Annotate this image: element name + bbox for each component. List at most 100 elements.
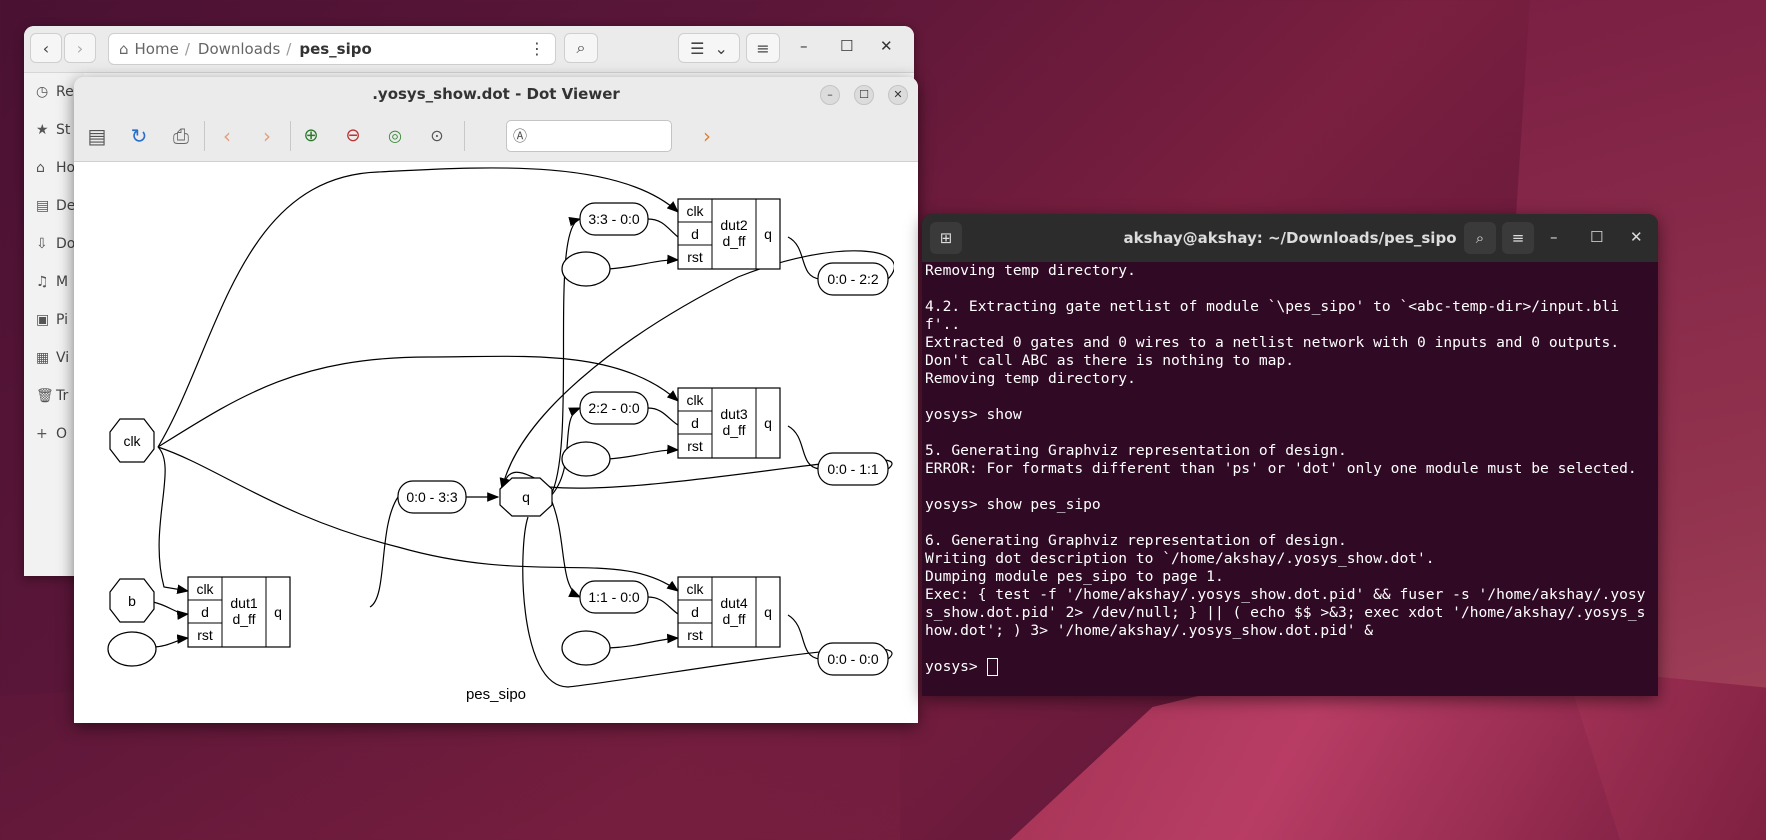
cell-type: d_ff bbox=[722, 611, 745, 627]
hamburger-icon: ≡ bbox=[756, 38, 770, 58]
minimize-icon[interactable]: – bbox=[820, 85, 840, 105]
breadcrumb-separator: / bbox=[184, 40, 190, 58]
wire-rst-dut2 bbox=[607, 254, 680, 270]
cell-dut1[interactable]: clk d rst dut1 d_ff q bbox=[187, 576, 291, 648]
window-title: .yosys_show.dot - Dot Viewer bbox=[372, 85, 620, 103]
slice-label: 3:3 - 0:0 bbox=[588, 211, 640, 227]
find-next-icon[interactable]: › bbox=[694, 123, 720, 149]
open-file-icon[interactable]: ▤ bbox=[84, 123, 110, 149]
maximize-icon[interactable]: ☐ bbox=[840, 37, 853, 55]
breadcrumb-home[interactable]: Home bbox=[135, 40, 179, 58]
wire-node-q[interactable]: q bbox=[499, 477, 553, 517]
terminal-line: 4.2. Extracting gate netlist of module `… bbox=[925, 298, 1620, 333]
sidebar-item-label: Do bbox=[56, 236, 76, 252]
sidebar-item-label: Ho bbox=[56, 160, 76, 176]
cell-dut4[interactable]: clk d rst dut4 d_ff q bbox=[677, 576, 781, 648]
breadcrumb-current[interactable]: pes_sipo bbox=[299, 40, 371, 58]
breadcrumb-downloads[interactable]: Downloads bbox=[198, 40, 280, 58]
slice-node[interactable]: 2:2 - 0:0 bbox=[579, 391, 649, 425]
trash-icon: 🗑 bbox=[36, 388, 54, 404]
zoom-fit-icon[interactable]: ◎ bbox=[382, 123, 408, 149]
sidebar-item-label: O bbox=[56, 426, 68, 442]
reload-icon[interactable]: ↻ bbox=[126, 123, 152, 149]
new-tab-icon[interactable]: ⊞ bbox=[930, 222, 962, 254]
port-label: rst bbox=[197, 627, 213, 643]
port-label: d bbox=[691, 226, 699, 242]
terminal-cursor bbox=[986, 658, 998, 676]
cell-name: dut1 bbox=[230, 595, 257, 611]
slice-label: 1:1 - 0:0 bbox=[588, 589, 640, 605]
slice-node[interactable]: 0:0 - 0:0 bbox=[817, 642, 889, 676]
port-label: q bbox=[274, 604, 282, 620]
home-icon: ⌂ bbox=[36, 160, 45, 176]
port-label: d bbox=[201, 604, 209, 620]
back-button[interactable]: ‹ bbox=[30, 33, 62, 63]
input-label: b bbox=[128, 593, 136, 609]
terminal-line: Extracted 0 gates and 0 wires to a netli… bbox=[925, 334, 1620, 351]
toolbar-separator bbox=[290, 121, 291, 151]
sidebar-item-label: Vi bbox=[56, 350, 70, 366]
terminal-line: ERROR: For formats different than 'ps' o… bbox=[925, 460, 1637, 477]
zoom-100-icon[interactable]: ⊙ bbox=[424, 123, 450, 149]
breadcrumb-separator: / bbox=[286, 40, 292, 58]
graph-canvas[interactable]: clk b 3:3 - 0:0 2:2 - 0:0 1:1 - 0:0 0:0 … bbox=[98, 167, 894, 713]
search-button[interactable]: ⌕ bbox=[564, 33, 598, 63]
forward-icon[interactable]: › bbox=[254, 123, 280, 149]
terminal-prompt: yosys> bbox=[925, 658, 987, 675]
main-menu-button[interactable]: ≡ bbox=[746, 33, 780, 63]
path-bar[interactable]: ⌂ Home / Downloads / pes_sipo bbox=[108, 33, 556, 65]
terminal-line: 5. Generating Graphviz representation of… bbox=[925, 442, 1347, 459]
port-label: d bbox=[691, 604, 699, 620]
slice-node[interactable]: 1:1 - 0:0 bbox=[579, 580, 649, 614]
maximize-icon[interactable]: ☐ bbox=[854, 85, 874, 105]
search-icon[interactable]: ⌕ bbox=[1464, 222, 1496, 254]
terminal-line: 6. Generating Graphviz representation of… bbox=[925, 532, 1347, 549]
input-port-clk[interactable]: clk bbox=[109, 418, 155, 463]
slice-node[interactable]: 3:3 - 0:0 bbox=[579, 202, 649, 236]
wire-rst-dut3 bbox=[607, 444, 680, 460]
sidebar-item-label: St bbox=[56, 122, 71, 138]
terminal-line: yosys> show pes_sipo bbox=[925, 496, 1101, 513]
back-icon[interactable]: ‹ bbox=[214, 123, 240, 149]
maximize-icon[interactable]: ☐ bbox=[1590, 228, 1603, 246]
cell-dut2[interactable]: clk d rst dut2 d_ff q bbox=[677, 198, 781, 270]
cell-name: dut2 bbox=[720, 217, 747, 233]
port-label: clk bbox=[686, 392, 704, 408]
input-port-unnamed[interactable] bbox=[107, 631, 157, 667]
path-menu-button[interactable]: ⋮ bbox=[520, 33, 554, 63]
q-label: q bbox=[522, 489, 530, 505]
chevron-right-icon: › bbox=[76, 38, 84, 58]
cell-dut3[interactable]: clk d rst dut3 d_ff q bbox=[677, 387, 781, 459]
music-icon: ♫ bbox=[36, 274, 49, 290]
find-input[interactable]: Ⓐ bbox=[506, 120, 672, 152]
port-label: clk bbox=[686, 203, 704, 219]
forward-button[interactable]: › bbox=[64, 33, 96, 63]
const-node[interactable] bbox=[561, 630, 611, 666]
download-icon: ⇩ bbox=[36, 236, 48, 252]
sidebar-item-label: De bbox=[56, 198, 76, 214]
minimize-icon[interactable]: – bbox=[800, 37, 808, 55]
close-icon[interactable]: ✕ bbox=[888, 85, 908, 105]
close-icon[interactable]: ✕ bbox=[880, 37, 893, 55]
view-toggle[interactable]: ☰ ⌄ bbox=[678, 33, 740, 63]
slice-node[interactable]: 0:0 - 1:1 bbox=[817, 452, 889, 486]
slice-node[interactable]: 0:0 - 2:2 bbox=[817, 262, 889, 296]
zoom-out-icon[interactable]: ⊖ bbox=[340, 123, 366, 149]
terminal-output[interactable]: Removing temp directory. 4.2. Extracting… bbox=[922, 262, 1658, 676]
cell-type: d_ff bbox=[722, 233, 745, 249]
close-icon[interactable]: ✕ bbox=[1630, 228, 1643, 246]
minimize-icon[interactable]: – bbox=[1550, 228, 1558, 246]
print-icon[interactable]: ⎙ bbox=[168, 123, 194, 149]
hamburger-icon[interactable]: ≡ bbox=[1502, 222, 1534, 254]
wire-slice-dut2 bbox=[647, 218, 679, 238]
input-port-b[interactable]: b bbox=[109, 578, 155, 623]
wire-clk-dut1 bbox=[157, 446, 190, 594]
const-node[interactable] bbox=[561, 251, 611, 287]
picture-icon: ▣ bbox=[36, 312, 50, 328]
slice-node[interactable]: 0:0 - 3:3 bbox=[397, 480, 467, 514]
wire-rst-dut1 bbox=[152, 634, 190, 648]
terminal-line: Dumping module pes_sipo to page 1. bbox=[925, 568, 1224, 585]
zoom-in-icon[interactable]: ⊕ bbox=[298, 123, 324, 149]
const-node[interactable] bbox=[561, 441, 611, 477]
